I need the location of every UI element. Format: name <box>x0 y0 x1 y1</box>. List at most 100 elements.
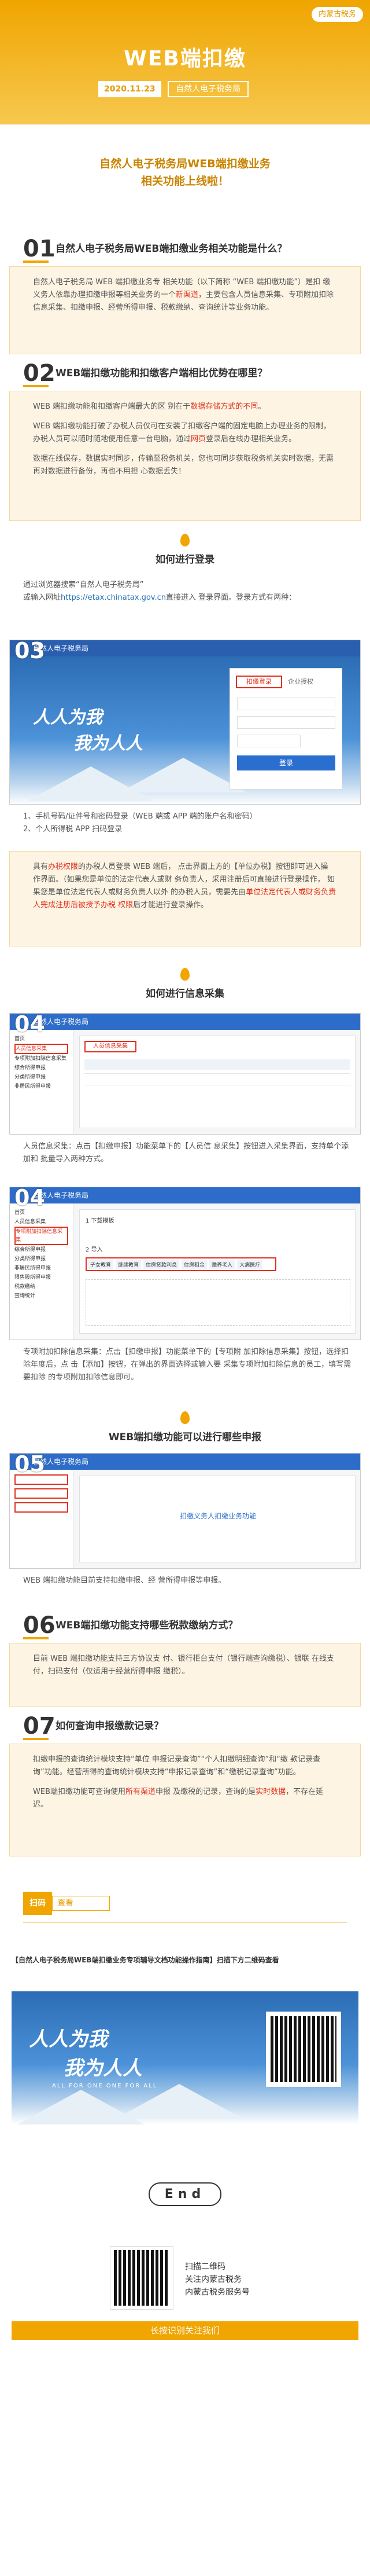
collect-section-header: 如何进行信息采集 <box>0 968 370 1000</box>
portal-header: 自然人电子税务局 <box>10 1454 360 1470</box>
tab-children-education[interactable]: 子女教育 <box>88 1260 114 1269</box>
side-item-nonresident[interactable]: 非居民所得申报 <box>14 1082 68 1091</box>
scan-tag: 扫码 <box>23 1892 52 1915</box>
article-page: 内蒙古税务 WEB端扣缴 2020.11.23 自然人电子税务局 自然人电子税务… <box>0 0 370 2576</box>
portal-header: 自然人电子税务局 <box>10 1014 360 1030</box>
q2-para-2: WEB 端扣缴功能打破了办税人员仅可在安装了扣缴客户端的固定电脑上办理业务的限制… <box>33 422 331 443</box>
portal-header: 自然人电子税务局 <box>10 640 360 656</box>
side-item-payment[interactable]: 税款缴纳 <box>14 1282 68 1291</box>
tab-person-collect[interactable]: 人员信息采集 <box>84 1041 136 1052</box>
screenshot-number: 04 <box>14 1013 45 1037</box>
side-item-nonresident[interactable]: 非居民所得申报 <box>14 1264 68 1273</box>
collect-text-2: 专项附加扣除信息采集：点击【扣缴申报】功能菜单下的【专项附 加扣除信息采集】按钮… <box>23 1348 352 1382</box>
drop-icon <box>180 968 190 981</box>
tab-authorization[interactable]: 企业授权 <box>288 677 313 686</box>
content-panel: 扣缴义务人扣缴业务功能 <box>79 1476 356 1562</box>
q1-card: 自然人电子税务局 WEB 端扣缴业务专 相关功能（以下简称 “WEB 端扣缴功能… <box>9 266 361 354</box>
side-item-special[interactable]: 专项附加扣除信息采集 <box>14 1227 68 1245</box>
screenshot-number: 03 <box>14 640 45 663</box>
lead-line-2: 相关功能上线啦！ <box>140 175 229 188</box>
q2-number: 02 <box>23 360 56 387</box>
login-note: 具有办税权限的办税人员登录 WEB 端后， 点击界面上方的【单位办税】按钮即可进… <box>33 863 336 909</box>
hero-banner: 内蒙古税务 WEB端扣缴 2020.11.23 自然人电子税务局 <box>0 0 370 124</box>
collect-text-1: 人员信息采集：点击【扣缴申报】功能菜单下的【人员信 息采集】按钮进入采集界面，支… <box>23 1142 349 1164</box>
side-item-classified[interactable]: 分类所得申报 <box>14 1073 68 1082</box>
login-note-card: 具有办税权限的办税人员登录 WEB 端后， 点击界面上方的【单位办税】按钮即可进… <box>9 851 361 946</box>
drop-icon <box>180 534 190 546</box>
tab-elderly-support[interactable]: 赡养老人 <box>209 1260 235 1269</box>
step-import: 2 导入 <box>86 1247 103 1253</box>
side-menu: 首页 人员信息采集 专项附加扣除信息采集 综合所得申报 分类所得申报 非居民所得… <box>10 1030 73 1134</box>
upload-area[interactable] <box>86 1279 350 1326</box>
tab-housing-loan[interactable]: 住房贷款利息 <box>143 1260 180 1269</box>
collect-screenshot-2: 自然人电子税务局 首页 人员信息采集 专项附加扣除信息采集 综合所得申报 分类所… <box>9 1187 361 1340</box>
account-input[interactable] <box>237 698 335 710</box>
portal-url-link[interactable]: https://etax.chinatax.gov.cn <box>61 593 166 602</box>
account-qr-code[interactable] <box>110 2246 173 2310</box>
side-menu <box>10 1470 73 1568</box>
step-download: 1 下载模板 <box>86 1218 114 1224</box>
side-item-restricted[interactable]: 限售股所得申报 <box>14 1273 68 1282</box>
screenshot-number: 05 <box>14 1453 45 1477</box>
slogan-line-1: 人人为我 <box>29 2028 108 2051</box>
doc-qr-code[interactable] <box>266 2012 341 2087</box>
q6-title: WEB端扣缴功能支持哪些税款缴纳方式？ <box>56 1620 238 1631</box>
q7-text-1: 扣缴申报的查询统计模块支持“单位 申报记录查询”“个人扣缴明细查询”和“缴 款记… <box>33 1755 320 1777</box>
q1-number: 01 <box>23 236 56 263</box>
login-banner: 人人为我 我为人人 扣缴登录 企业授权 登录 <box>10 656 360 804</box>
login-panel: 扣缴登录 企业授权 登录 <box>230 668 342 790</box>
login-section-header: 如何进行登录 <box>0 534 370 566</box>
q6-text: 目前 WEB 端扣缴功能支持三方协议支 付、银行柜台支付（银行端查询缴税）、银联… <box>33 1654 335 1676</box>
side-menu: 首页 人员信息采集 专项附加扣除信息采集 综合所得申报 分类所得申报 非居民所得… <box>10 1203 73 1340</box>
table-header <box>84 1059 350 1070</box>
screenshot-number: 04 <box>14 1187 45 1210</box>
side-item-person[interactable]: 人员信息采集 <box>14 1044 68 1054</box>
bureau-tag: 自然人电子税务局 <box>168 81 249 97</box>
q1-text: 自然人电子税务局 WEB 端扣缴业务专 相关功能（以下简称 “WEB 端扣缴功能… <box>33 278 334 312</box>
notice-title: 扣缴义务人扣缴业务功能 <box>179 1512 256 1520</box>
q7-title: 如何查询申报缴款记录？ <box>56 1720 164 1732</box>
tab-login[interactable]: 扣缴登录 <box>236 676 282 688</box>
login-screenshot: 自然人电子税务局 人人为我 我为人人 扣缴登录 企业授权 登录 03 <box>9 640 361 805</box>
follow-bar: 长按识别关注我们 <box>12 2321 358 2340</box>
password-input[interactable] <box>237 716 335 729</box>
q6-card: 目前 WEB 端扣缴功能支持三方协议支 付、银行柜台支付（银行端查询缴税）、银联… <box>9 1643 361 1707</box>
page-title: WEB端扣缴 <box>124 47 246 71</box>
view-tag: 查看 <box>52 1896 110 1911</box>
q2-para-1: WEB 端扣缴功能和扣缴客户端最大的区 别在于数据存储方式的不同。 <box>33 402 266 411</box>
login-intro: 通过浏览器搜索“自然人电子税务局” 或输入网址https://etax.chin… <box>23 581 297 602</box>
portal-header: 自然人电子税务局 <box>10 1187 360 1203</box>
captcha-input[interactable] <box>237 735 301 747</box>
declare-text: WEB 端扣缴功能目前支持扣缴申报、经 营所得申报等申报。 <box>23 1576 226 1585</box>
side-item-query[interactable]: 查询统计 <box>14 1291 68 1301</box>
declare-screenshot: 自然人电子税务局 扣缴义务人扣缴业务功能 05 <box>9 1453 361 1569</box>
login-methods: 1、手机号码/证件号和密码登录（WEB 端或 APP 端的账户名和密码） 2、个… <box>23 812 257 834</box>
lead-line-1: 自然人电子税务局WEB端扣缴业务 <box>99 157 271 170</box>
drop-icon <box>180 1411 190 1424</box>
scan-banner: 人人为我 我为人人 ALL FOR ONE ONE FOR ALL <box>12 1991 358 2124</box>
q1-title: 自然人电子税务局WEB端扣缴业务相关功能是什么？ <box>56 243 287 255</box>
end-divider: End <box>0 2182 370 2206</box>
publish-date: 2020.11.23 <box>98 81 161 97</box>
scan-caption: 【自然人电子税务局WEB端扣缴业务专项辅导文档功能操作指南】扫描下方二维码查看 <box>12 1956 279 1964</box>
qr-caption: 扫描二维码 关注内蒙古税务 内蒙古税务服务号 <box>185 2262 250 2297</box>
q2-title: WEB端扣缴功能和扣缴客户端相比优势在哪里？ <box>56 368 268 379</box>
side-item-special[interactable]: 专项附加扣除信息采集 <box>14 1054 68 1063</box>
tab-medical[interactable]: 大病医疗 <box>237 1260 263 1269</box>
tab-continuing-education[interactable]: 继续教育 <box>116 1260 142 1269</box>
side-item-comprehensive[interactable]: 综合所得申报 <box>14 1063 68 1073</box>
side-item-other[interactable] <box>14 1502 68 1513</box>
slogan-line-2: 我为人人 <box>64 2057 142 2080</box>
login-button[interactable]: 登录 <box>237 755 335 770</box>
content-panel: 人员信息采集 <box>79 1036 356 1128</box>
q6-number: 06 <box>23 1612 56 1639</box>
side-item-classified[interactable]: 分类所得申报 <box>14 1254 68 1264</box>
declare-section-header: WEB端扣缴功能可以进行哪些申报 <box>0 1411 370 1443</box>
content-panel: 1 下载模板 2 导入 子女教育 继续教育 住房贷款利息 住房租金 赡养老人 大… <box>79 1209 356 1334</box>
tab-housing-rent[interactable]: 住房租金 <box>182 1260 208 1269</box>
q7-card: 扣缴申报的查询统计模块支持“单位 申报记录查询”“个人扣缴明细查询”和“缴 款记… <box>9 1744 361 1856</box>
side-item-comprehensive[interactable]: 综合所得申报 <box>14 1245 68 1254</box>
side-item-business[interactable] <box>14 1488 68 1499</box>
slogan-line-1: 人人为我 <box>33 707 102 728</box>
side-item-person[interactable]: 人员信息采集 <box>14 1217 68 1227</box>
